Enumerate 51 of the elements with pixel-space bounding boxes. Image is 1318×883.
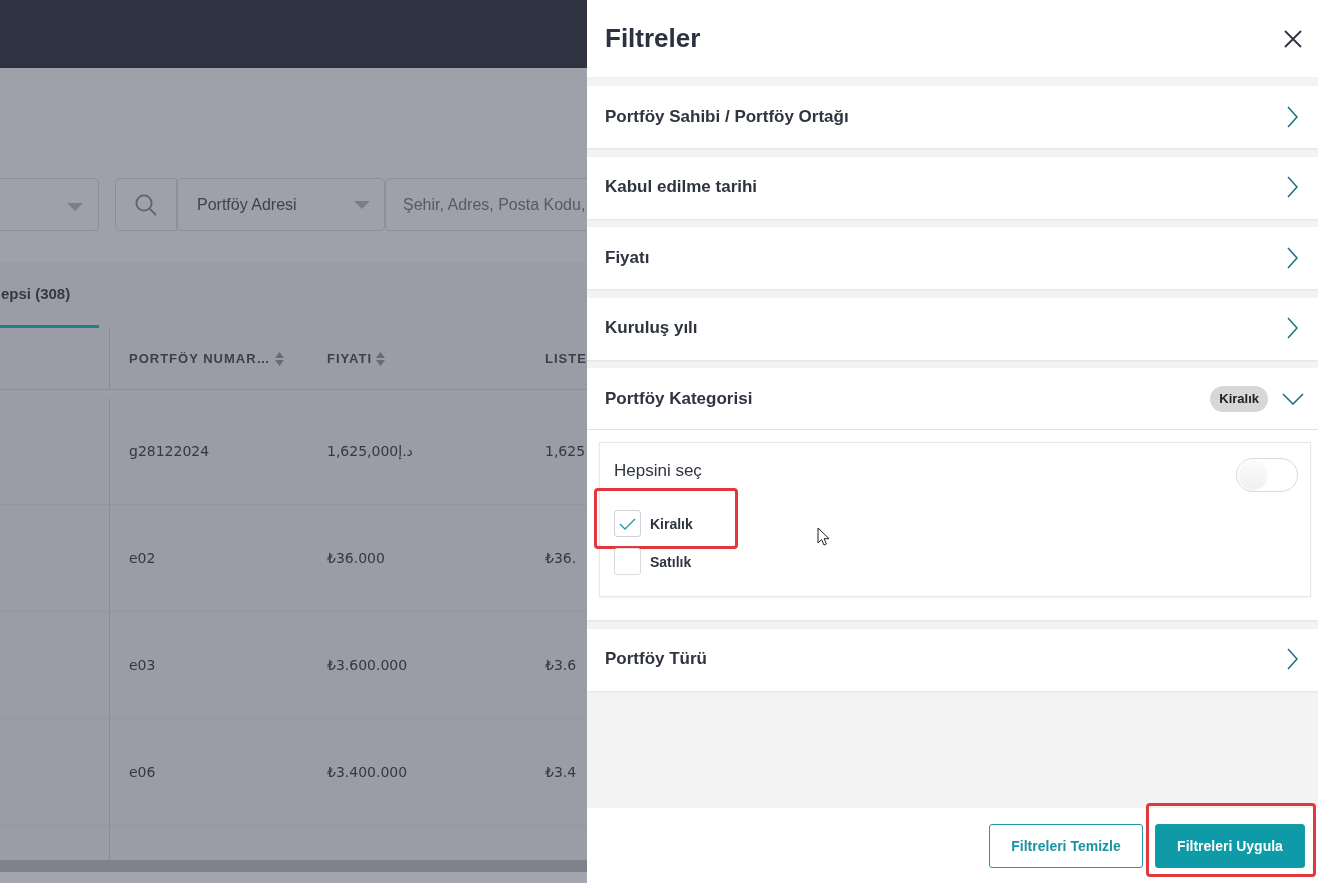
dropdown-select[interactable] — [0, 178, 99, 231]
table-cell: ₺3.6 — [545, 657, 577, 673]
chevron-right-icon — [1287, 317, 1298, 339]
section-header[interactable]: Portföy Kategorisi Kiralık — [587, 368, 1318, 430]
table-cell: ₺3.600.000 — [327, 657, 408, 673]
table-cell: e02 — [129, 550, 156, 566]
section-header[interactable]: Kuruluş yılı — [587, 297, 1318, 360]
table-cell: ₺3.4 — [545, 764, 577, 780]
column-header[interactable]: LISTE — [545, 351, 587, 366]
table-cell: e06 — [129, 764, 156, 780]
checkbox[interactable] — [614, 510, 641, 537]
search-input[interactable]: Şehir, Adres, Posta Kodu, — [385, 178, 587, 231]
chevron-right-icon — [1287, 246, 1298, 269]
caret-icon — [67, 202, 83, 211]
caret-icon — [354, 200, 370, 209]
table-cell: e03 — [129, 657, 156, 673]
chevron-down-icon — [1282, 392, 1304, 405]
option-label[interactable]: Satılık — [650, 553, 692, 570]
chevron-right-icon — [1287, 648, 1298, 670]
sort-icon — [274, 351, 284, 366]
checkbox[interactable] — [614, 548, 641, 575]
column-header[interactable]: FIYATI — [327, 351, 385, 366]
section-header[interactable]: Fiyatı — [587, 227, 1318, 289]
select-all-label: Hepsini seç — [614, 461, 702, 481]
table-cell: ₺36. — [545, 550, 577, 566]
table-cell: 1,625 — [545, 443, 586, 459]
horizontal-scrollbar[interactable] — [0, 860, 587, 872]
mouse-pointer-icon — [817, 527, 830, 546]
clear-filters-button[interactable]: Filtreleri Temizle — [989, 823, 1143, 868]
close-icon — [1284, 29, 1302, 48]
search-button[interactable] — [115, 178, 177, 231]
search-icon — [135, 193, 157, 216]
column-header[interactable]: PORTFÖY NUMAR… — [129, 351, 284, 366]
section-header[interactable]: Portföy Türü — [587, 628, 1318, 691]
section-header[interactable]: Portföy Sahibi / Portföy Ortağı — [587, 86, 1318, 148]
chevron-right-icon — [1287, 176, 1298, 198]
tab[interactable]: epsi (308) — [0, 262, 99, 328]
check-icon — [619, 517, 636, 530]
panel-title: Filtreler — [605, 23, 701, 54]
table-cell: ₺36.000 — [327, 550, 385, 566]
table-cell: g28122024 — [129, 443, 210, 459]
table-cell: 1,625,000د.إ — [327, 443, 413, 459]
close-button[interactable] — [1284, 29, 1302, 48]
selection-badge: Kiralık — [1210, 385, 1268, 412]
option-label[interactable]: Kiralık — [650, 515, 693, 532]
chevron-right-icon — [1287, 105, 1298, 128]
sort-icon — [376, 351, 385, 366]
table-cell: ₺3.400.000 — [327, 764, 408, 780]
toggle-switch[interactable] — [1236, 458, 1298, 492]
search-scope-select[interactable]: Portföy Adresi — [177, 178, 385, 231]
section-header[interactable]: Kabul edilme tarihi — [587, 156, 1318, 219]
